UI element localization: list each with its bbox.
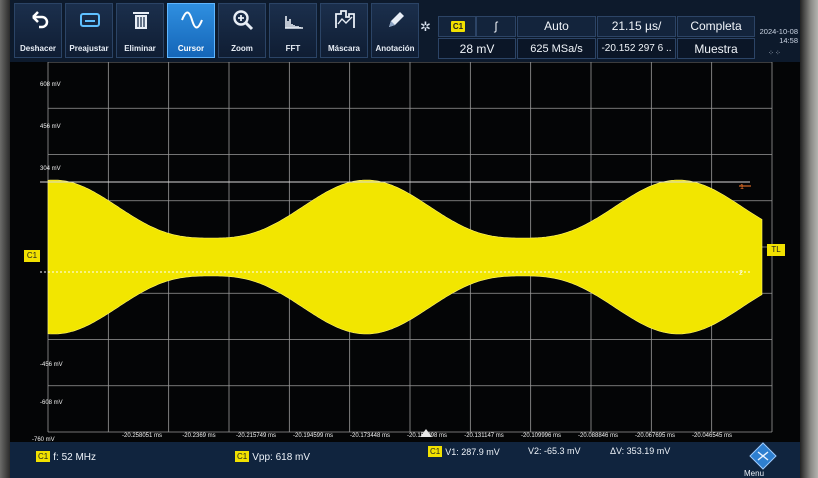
mask-icon: [335, 10, 355, 28]
vpp-value: Vpp: 618 mV: [252, 452, 311, 463]
y-label: -456 mV: [40, 362, 63, 368]
preset-button[interactable]: Preajustar: [65, 3, 113, 58]
date-text: 2024-10-08: [759, 27, 798, 36]
cursor-v2: V2: -65.3 mV: [528, 446, 581, 456]
time-offset[interactable]: -20.152 297 6 ..: [597, 38, 676, 59]
cursor-channel-badge: C1: [428, 446, 443, 457]
pencil-icon: [389, 12, 404, 27]
cursor-v1: V1: 287.9 mV: [445, 447, 500, 457]
undo-icon: [32, 11, 49, 29]
waveform-plot[interactable]: 608 mV 456 mV 304 mV -456 mV -608 mV -76…: [10, 62, 800, 443]
channel1-offset-marker[interactable]: C1: [24, 250, 40, 262]
preset-label: Preajustar: [69, 44, 109, 53]
waveform-canvas: [40, 62, 773, 433]
y-label: 608 mV: [40, 82, 61, 88]
frequency-channel-badge: C1: [36, 451, 51, 462]
menu-icon: [749, 442, 777, 470]
cursor-wave-icon: [181, 11, 203, 29]
x-label: -20.067695 ms: [634, 433, 676, 439]
frequency-value: f: 52 MHz: [53, 452, 97, 463]
toolbar: Deshacer Preajustar Eliminar Cursor Zoom…: [10, 0, 800, 62]
vpp-measurement[interactable]: C1 Vpp: 618 mV: [235, 451, 310, 463]
zoom-icon: [233, 10, 254, 31]
monitor-bezel-right: [800, 0, 818, 478]
time-text: 14:58: [779, 36, 798, 45]
x-label: -20.194599 ms: [292, 433, 334, 439]
zoom-button[interactable]: Zoom: [218, 3, 266, 58]
mask-label: Máscara: [327, 44, 361, 53]
trigger-mode[interactable]: Auto: [517, 16, 596, 37]
delete-label: Eliminar: [124, 44, 156, 53]
cursor-readout[interactable]: C1 V1: 287.9 mV: [428, 446, 500, 457]
acquisition-mode[interactable]: Muestra: [677, 38, 755, 59]
fft-button[interactable]: FFT: [269, 3, 317, 58]
vpp-channel-badge: C1: [235, 451, 250, 462]
preset-icon: [80, 13, 100, 27]
x-label: -20.088846 ms: [577, 433, 619, 439]
menu-button[interactable]: Menu: [734, 442, 794, 478]
frequency-measurement[interactable]: C1 f: 52 MHz: [36, 451, 96, 463]
undo-label: Deshacer: [19, 44, 57, 53]
zoom-label: Zoom: [231, 44, 253, 53]
oscilloscope-screen: Deshacer Preajustar Eliminar Cursor Zoom…: [10, 0, 800, 478]
trigger-level-marker[interactable]: TL: [767, 244, 785, 256]
annotation-button[interactable]: Anotación: [371, 3, 419, 58]
y-label: 304 mV: [40, 166, 61, 172]
channel1-waveform: [47, 179, 763, 335]
x-label: -20.258051 ms: [121, 433, 163, 439]
y-label: 456 mV: [40, 124, 61, 130]
mask-button[interactable]: Máscara: [320, 3, 368, 58]
x-label: -20.215749 ms: [235, 433, 277, 439]
delete-button[interactable]: Eliminar: [116, 3, 164, 58]
more-icon[interactable]: ⁘⁘: [768, 49, 782, 57]
x-label: -20.173448 ms: [349, 433, 391, 439]
channel-scale[interactable]: 28 mV: [438, 38, 516, 59]
x-label: -20.131147 ms: [464, 433, 504, 439]
trash-icon: [133, 12, 149, 29]
x-label: -20.046545 ms: [691, 433, 733, 439]
channel-badge: C1: [451, 21, 465, 32]
monitor-bezel-left: [0, 0, 10, 478]
cursor-delta-v: ΔV: 353.19 mV: [610, 446, 671, 456]
trigger-edge-cell[interactable]: ʃ: [476, 16, 516, 37]
time-scale[interactable]: 21.15 µs/: [597, 16, 676, 37]
x-label: -20.109996 ms: [520, 433, 562, 439]
annotation-label: Anotación: [375, 44, 415, 53]
fft-icon: [285, 16, 303, 29]
y-label: -608 mV: [40, 400, 63, 406]
menu-label: Menu: [744, 469, 765, 478]
gear-icon[interactable]: ✲: [420, 20, 434, 34]
cursor-button[interactable]: Cursor: [167, 3, 215, 58]
datetime: 2024-10-08 14:58: [756, 27, 798, 45]
cursor2-label: 2: [739, 270, 743, 277]
trigger-position-marker[interactable]: [420, 429, 432, 437]
trigger-edge-icon: ʃ: [494, 19, 498, 33]
x-label: -20.2369 ms: [182, 433, 216, 439]
measurement-bar: C1 f: 52 MHz C1 Vpp: 618 mV C1 V1: 287.9 mV…: [10, 442, 800, 478]
sample-rate[interactable]: 625 MSa/s: [517, 38, 596, 59]
channel-cell[interactable]: C1: [438, 16, 476, 37]
acquisition-state[interactable]: Completa: [677, 16, 755, 37]
undo-button[interactable]: Deshacer: [14, 3, 62, 58]
fft-label: FFT: [285, 44, 301, 53]
cursor1-label: 1: [740, 184, 744, 191]
cursor-label: Cursor: [177, 44, 205, 53]
